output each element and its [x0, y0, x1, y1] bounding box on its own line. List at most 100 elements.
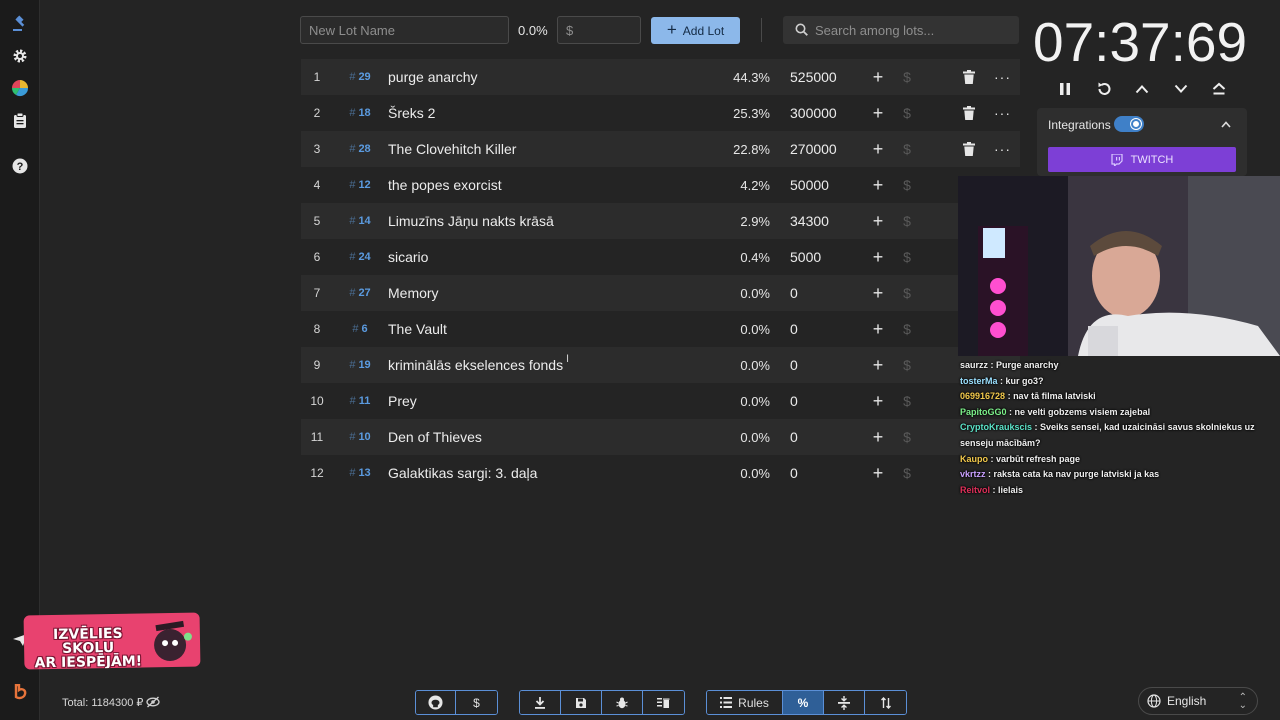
lot-amount[interactable]: 270000 — [790, 141, 837, 157]
add-amount-icon[interactable]: + — [871, 139, 885, 160]
clipboard-icon[interactable] — [10, 110, 30, 130]
add-amount-icon[interactable]: + — [871, 427, 885, 448]
add-amount-icon[interactable]: + — [871, 319, 885, 340]
lot-amount[interactable]: 50000 — [790, 177, 829, 193]
lot-index: 9 — [313, 358, 321, 372]
dollar-icon[interactable]: $ — [901, 105, 913, 121]
lot-row: 3 #28 The Clovehitch Killer 22.8% 270000… — [301, 131, 1020, 167]
lot-name[interactable]: The Vault — [388, 321, 447, 337]
add-amount-icon[interactable]: + — [871, 391, 885, 412]
lot-id: #10 — [349, 431, 371, 443]
help-icon[interactable]: ? — [10, 156, 30, 176]
bug-icon[interactable] — [602, 691, 643, 714]
integrations-label: Integrations — [1048, 118, 1111, 132]
lot-name[interactable]: Den of Thieves — [388, 429, 482, 445]
github-icon[interactable] — [416, 691, 456, 714]
add-amount-icon[interactable]: + — [871, 103, 885, 124]
donate-dollar-icon[interactable]: $ — [456, 691, 497, 714]
save-icon[interactable] — [561, 691, 602, 714]
dollar-icon[interactable]: $ — [901, 429, 913, 445]
dollar-icon[interactable]: $ — [901, 213, 913, 229]
lot-name[interactable]: sicario — [388, 249, 428, 265]
dollar-icon[interactable]: $ — [901, 321, 913, 337]
lot-name[interactable]: kriminālās ekselences fonds — [388, 357, 563, 373]
lot-amount[interactable]: 0 — [790, 393, 798, 409]
dollar-icon[interactable]: $ — [901, 177, 913, 193]
add-amount-icon[interactable]: + — [871, 247, 885, 268]
eye-off-icon[interactable] — [146, 696, 160, 708]
dollar-icon[interactable]: $ — [901, 69, 913, 85]
chevron-up-icon[interactable] — [1131, 78, 1153, 100]
search-input[interactable] — [815, 16, 1015, 44]
dollar-icon[interactable]: $ — [901, 393, 913, 409]
add-amount-icon[interactable]: + — [871, 463, 885, 484]
lot-name[interactable]: Šreks 2 — [388, 105, 435, 121]
lot-amount[interactable]: 0 — [790, 357, 798, 373]
dollar-icon[interactable]: $ — [901, 357, 913, 373]
new-lot-name-input[interactable] — [300, 16, 509, 44]
integrations-toggle[interactable] — [1114, 116, 1144, 132]
lot-amount[interactable]: 5000 — [790, 249, 821, 265]
lot-name[interactable]: Limuzīns Jāņu nakts krāsā — [388, 213, 554, 229]
trash-icon[interactable] — [963, 106, 975, 120]
more-options-icon[interactable]: ··· — [994, 141, 1011, 157]
more-options-icon[interactable]: ··· — [994, 105, 1011, 121]
compress-icon[interactable] — [824, 691, 865, 714]
lot-percent: 0.0% — [740, 357, 770, 373]
add-amount-icon[interactable]: + — [871, 175, 885, 196]
lot-amount[interactable]: 0 — [790, 285, 798, 301]
lot-name[interactable]: The Clovehitch Killer — [388, 141, 516, 157]
dollar-icon[interactable]: $ — [901, 285, 913, 301]
more-options-icon[interactable]: ··· — [994, 69, 1011, 85]
lot-amount[interactable]: 300000 — [790, 105, 837, 121]
lot-amount[interactable]: 0 — [790, 429, 798, 445]
rules-icon — [720, 697, 733, 708]
clear-list-icon[interactable] — [643, 691, 684, 714]
add-amount-icon[interactable]: + — [871, 355, 885, 376]
gear-icon[interactable] — [10, 46, 30, 66]
sort-icon[interactable] — [865, 691, 906, 714]
pie-chart-icon[interactable] — [10, 78, 30, 98]
lot-amount[interactable]: 0 — [790, 465, 798, 481]
lot-id: #13 — [349, 467, 371, 479]
dollar-icon[interactable]: $ — [901, 141, 913, 157]
search-box[interactable] — [783, 16, 1019, 44]
lot-amount[interactable]: 34300 — [790, 213, 829, 229]
add-lot-button[interactable]: + Add Lot — [651, 17, 740, 44]
brand-icon[interactable] — [10, 682, 30, 702]
webcam-overlay — [958, 176, 1280, 356]
language-select[interactable]: English ⌃ ⌄ — [1138, 687, 1258, 715]
chat-overlay: saurzz : Purge anarchy tosterMa : kur go… — [960, 358, 1280, 498]
lot-name[interactable]: Prey — [388, 393, 417, 409]
chevron-down-icon[interactable] — [1170, 78, 1192, 100]
dollar-icon[interactable]: $ — [901, 249, 913, 265]
add-amount-icon[interactable]: + — [871, 283, 885, 304]
lot-amount[interactable]: 525000 — [790, 69, 837, 85]
download-icon[interactable] — [520, 691, 561, 714]
new-lot-percent: 0.0% — [518, 23, 548, 38]
twitch-button[interactable]: TWITCH — [1048, 147, 1236, 172]
lot-amount[interactable]: 0 — [790, 321, 798, 337]
lot-name[interactable]: the popes exorcist — [388, 177, 502, 193]
trash-icon[interactable] — [963, 142, 975, 156]
plus-icon: + — [666, 20, 677, 39]
double-chevron-up-icon[interactable] — [1208, 78, 1230, 100]
collapse-chevron-icon[interactable] — [1221, 117, 1231, 131]
lot-index: 10 — [310, 394, 324, 408]
lot-row: 4 #12 the popes exorcist 4.2% 50000 + $ — [301, 167, 1020, 203]
pause-icon[interactable] — [1054, 78, 1076, 100]
promo-badge[interactable]: IZVĒLIES SKOLU AR IESPĒJĀM! — [23, 612, 201, 670]
lots-table: 1 #29 purge anarchy 44.3% 525000 + $ ···… — [301, 59, 1020, 491]
lot-name[interactable]: purge anarchy — [388, 69, 478, 85]
gavel-icon[interactable] — [10, 14, 30, 34]
lot-name[interactable]: Memory — [388, 285, 439, 301]
percent-toggle-icon[interactable]: % — [783, 691, 824, 714]
new-lot-amount-input[interactable] — [557, 16, 641, 44]
lot-name[interactable]: Galaktikas sargi: 3. daļa — [388, 465, 537, 481]
rules-button[interactable]: Rules — [707, 691, 783, 714]
trash-icon[interactable] — [963, 70, 975, 84]
reset-icon[interactable] — [1093, 78, 1115, 100]
add-amount-icon[interactable]: + — [871, 211, 885, 232]
dollar-icon[interactable]: $ — [901, 465, 913, 481]
add-amount-icon[interactable]: + — [871, 67, 885, 88]
